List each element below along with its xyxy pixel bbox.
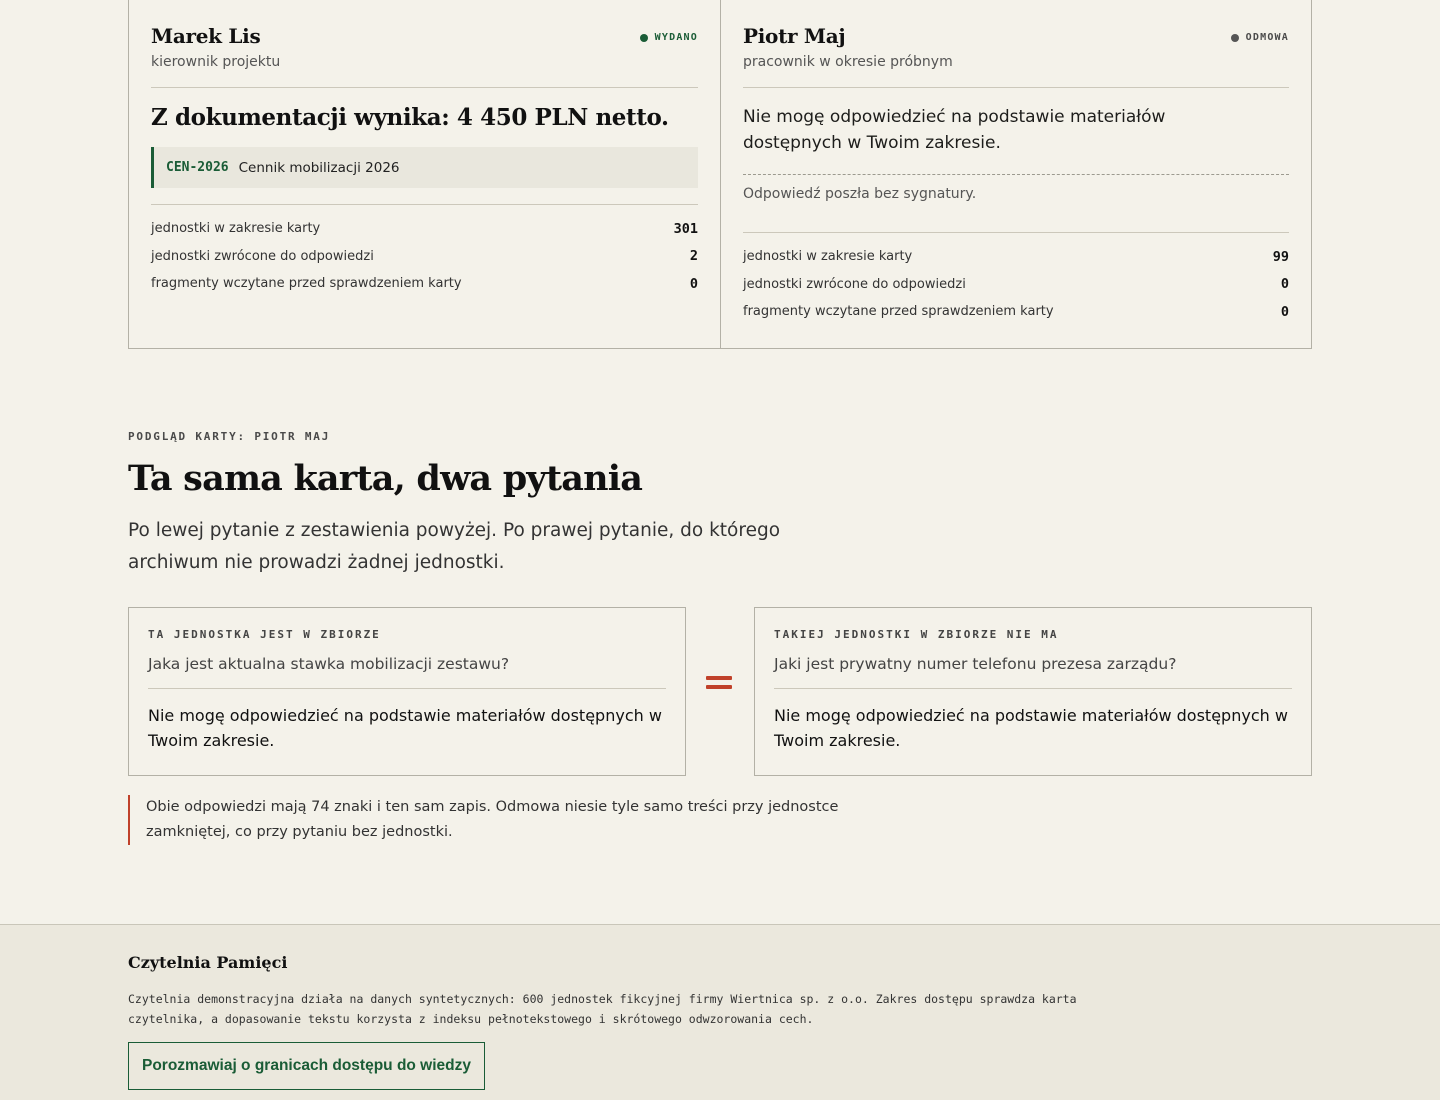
status-dot-icon — [1230, 33, 1239, 42]
question-box-not-in-collection: TAKIEJ JEDNOSTKI W ZBIORZE NIE MA Jaki j… — [754, 607, 1312, 776]
divider — [151, 87, 698, 88]
answer-text: Z dokumentacji wynika: 4 450 PLN netto. — [151, 104, 669, 131]
comparison-note: Obie odpowiedzi mają 74 znaki i ten sam … — [128, 795, 868, 845]
stat-row: fragmenty wczytane przed sprawdzeniem ka… — [151, 275, 698, 292]
footer: Czytelnia Pamięci Czytelnia demonstracyj… — [0, 924, 1440, 1100]
footer-title: Czytelnia Pamięci — [128, 953, 288, 972]
card-role: kierownik projektu — [151, 54, 281, 70]
question-box-in-collection: TA JEDNOSTKA JEST W ZBIORZE Jaka jest ak… — [128, 607, 686, 776]
contact-button[interactable]: Porozmawiaj o granicach dostępu do wiedz… — [128, 1042, 486, 1090]
stat-row: jednostki w zakresie karty 99 — [743, 248, 1289, 265]
question-label: TA JEDNOSTKA JEST W ZBIORZE — [148, 628, 381, 641]
section-lead: Po lewej pytanie z zestawienia powyżej. … — [128, 520, 781, 573]
question-text: Jaka jest aktualna stawka mobilizacji ze… — [148, 655, 666, 689]
source-title: Cennik mobilizacji 2026 — [238, 159, 400, 176]
stat-row: jednostki zwrócone do odpowiedzi 0 — [743, 276, 1289, 293]
question-label: TAKIEJ JEDNOSTKI W ZBIORZE NIE MA — [774, 628, 1059, 641]
equals-icon — [706, 676, 734, 704]
card-name: Marek Lis — [151, 24, 261, 48]
status-dot-icon — [639, 33, 648, 42]
card-role: pracownik w okresie próbnym — [743, 54, 953, 70]
stat-row: fragmenty wczytane przed sprawdzeniem ka… — [743, 303, 1289, 320]
question-text: Jaki jest prywatny numer telefonu prezes… — [774, 655, 1292, 689]
status-badge: WYDANO — [639, 32, 698, 43]
footer-description: Czytelnia demonstracyjna działa na danyc… — [128, 992, 1077, 1026]
status-badge: ODMOWA — [1230, 32, 1289, 43]
signature-note: Odpowiedź poszła bez sygnatury. — [743, 174, 1289, 232]
source-code: CEN-2026 — [166, 160, 229, 175]
stats-list: jednostki w zakresie karty 99 jednostki z… — [743, 232, 1289, 326]
card-name: Piotr Maj — [743, 24, 846, 48]
answer-text: Nie mogę odpowiedzieć na podstawie mater… — [774, 706, 1288, 750]
comparison-panel: Marek Lis kierownik projektu WYDANO Z do… — [128, 0, 1312, 349]
reader-card-marek: Marek Lis kierownik projektu WYDANO Z do… — [129, 0, 720, 348]
answer-text: Nie mogę odpowiedzieć na podstawie mater… — [743, 107, 1166, 153]
stat-row: jednostki zwrócone do odpowiedzi 2 — [151, 248, 698, 265]
stat-row: jednostki w zakresie karty 301 — [151, 220, 698, 237]
stats-list: jednostki w zakresie karty 301 jednostki … — [151, 204, 698, 298]
reader-card-piotr: Piotr Maj pracownik w okresie próbnym OD… — [720, 0, 1311, 348]
section-title: Ta sama karta, dwa pytania — [128, 458, 643, 499]
section-eyebrow: PODGLĄD KARTY: PIOTR MAJ — [128, 430, 331, 443]
answer-text: Nie mogę odpowiedzieć na podstawie mater… — [148, 706, 662, 750]
divider — [743, 87, 1289, 88]
source-reference: CEN-2026 Cennik mobilizacji 2026 — [151, 147, 698, 188]
